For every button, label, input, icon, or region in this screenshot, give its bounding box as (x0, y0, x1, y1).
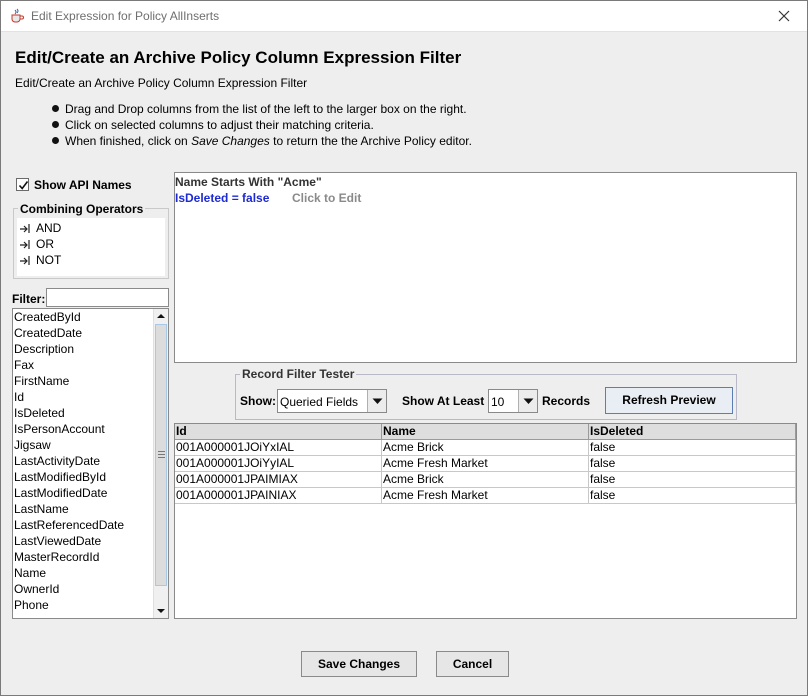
cell-name: Acme Fresh Market (382, 488, 589, 504)
operators-list: AND OR NOT (17, 218, 165, 276)
cell-id: 001A000001JOiYyIAL (175, 456, 382, 472)
operator-arrow-icon (20, 240, 30, 249)
list-item[interactable]: LastName (14, 502, 69, 518)
list-item[interactable]: Phone (14, 598, 49, 614)
bullet-icon (52, 137, 59, 144)
cell-isdeleted: false (589, 488, 796, 504)
cell-isdeleted: false (589, 472, 796, 488)
columns-list: CreatedById CreatedDate Description Fax … (12, 308, 169, 619)
instruction-item: When finished, click on Save Changes to … (52, 134, 472, 148)
list-item[interactable]: Id (14, 390, 24, 406)
scrollbar-thumb[interactable] (155, 324, 167, 586)
column-header-id[interactable]: Id (175, 424, 382, 440)
operator-not[interactable]: NOT (20, 253, 61, 268)
list-item[interactable]: LastViewedDate (14, 534, 101, 550)
expression-condition-selected[interactable]: IsDeleted = false (175, 191, 269, 205)
page-subtitle: Edit/Create an Archive Policy Column Exp… (15, 76, 308, 90)
arrow-up-icon (157, 314, 165, 318)
instruction-item: Drag and Drop columns from the list of t… (52, 102, 467, 116)
columns-scrollbar[interactable] (153, 309, 168, 618)
close-button[interactable] (761, 1, 807, 32)
cell-isdeleted: false (589, 440, 796, 456)
java-cup-icon (9, 8, 25, 24)
record-filter-tester: Record Filter Tester Show: Queried Field… (235, 367, 737, 420)
bullet-icon (52, 121, 59, 128)
refresh-preview-button[interactable]: Refresh Preview (605, 387, 733, 414)
list-item[interactable]: Fax (14, 358, 34, 374)
list-item[interactable]: CreatedById (14, 310, 81, 326)
cell-name: Acme Fresh Market (382, 456, 589, 472)
combo-arrow[interactable] (518, 390, 537, 412)
table-row[interactable]: 001A000001JOiYyIAL Acme Fresh Market fal… (175, 456, 796, 472)
list-item[interactable]: Jigsaw (14, 438, 51, 454)
grip-icon (158, 451, 165, 458)
close-icon (778, 10, 790, 22)
list-item[interactable]: OwnerId (14, 582, 59, 598)
checkmark-icon (18, 181, 29, 190)
show-api-names-checkbox[interactable]: Show API Names (16, 178, 132, 192)
checkbox-box[interactable] (16, 178, 29, 191)
records-label: Records (542, 394, 591, 408)
page-title: Edit/Create an Archive Policy Column Exp… (15, 48, 462, 67)
list-item[interactable]: IsPersonAccount (14, 422, 105, 438)
expression-condition[interactable]: Name Starts With "Acme" (175, 175, 322, 189)
click-to-edit-hint[interactable]: Click to Edit (292, 191, 361, 205)
dialog-window: Edit Expression for Policy AllInserts Ed… (0, 0, 808, 696)
list-item[interactable]: IsDeleted (14, 406, 65, 422)
cell-id: 001A000001JPAINIAX (175, 488, 382, 504)
title-bar: Edit Expression for Policy AllInserts (1, 1, 807, 32)
list-item[interactable]: LastModifiedDate (14, 486, 107, 502)
list-item[interactable]: MasterRecordId (14, 550, 99, 566)
show-fields-select[interactable]: Queried Fields (277, 389, 387, 413)
operator-arrow-icon (20, 256, 30, 265)
operator-and[interactable]: AND (20, 221, 61, 236)
table-header: Id Name IsDeleted (175, 424, 796, 440)
chevron-down-icon (523, 398, 534, 404)
column-header-isdeleted[interactable]: IsDeleted (589, 424, 796, 440)
list-item[interactable]: Name (14, 566, 46, 582)
cell-id: 001A000001JOiYxIAL (175, 440, 382, 456)
scroll-down-button[interactable] (154, 603, 168, 618)
record-count-select[interactable]: 10 (488, 389, 538, 413)
list-item[interactable]: FirstName (14, 374, 69, 390)
record-count-value: 10 (491, 395, 505, 409)
filter-input[interactable] (46, 288, 169, 307)
combo-arrow[interactable] (367, 390, 386, 412)
window-title: Edit Expression for Policy AllInserts (31, 9, 220, 23)
bullet-icon (52, 105, 59, 112)
cell-isdeleted: false (589, 456, 796, 472)
table-row[interactable]: 001A000001JOiYxIAL Acme Brick false (175, 440, 796, 456)
chevron-down-icon (372, 398, 383, 404)
combining-operators-group: Combining Operators AND OR NOT (13, 202, 169, 279)
list-item[interactable]: LastReferencedDate (14, 518, 124, 534)
results-table: Id Name IsDeleted 001A000001JOiYxIAL Acm… (174, 423, 797, 619)
combining-operators-title: Combining Operators (18, 202, 146, 216)
scroll-up-button[interactable] (154, 309, 168, 324)
table-row[interactable]: 001A000001JPAIMIAX Acme Brick false (175, 472, 796, 488)
show-label: Show: (240, 394, 276, 408)
operator-arrow-icon (20, 224, 30, 233)
show-at-least-label: Show At Least (402, 394, 485, 408)
save-changes-button[interactable]: Save Changes (301, 651, 417, 677)
list-item[interactable]: Description (14, 342, 74, 358)
table-row[interactable]: 001A000001JPAINIAX Acme Fresh Market fal… (175, 488, 796, 504)
cell-id: 001A000001JPAIMIAX (175, 472, 382, 488)
arrow-down-icon (157, 609, 165, 613)
list-item[interactable]: LastModifiedById (14, 470, 106, 486)
show-fields-value: Queried Fields (280, 395, 359, 409)
column-header-name[interactable]: Name (382, 424, 589, 440)
record-filter-tester-title: Record Filter Tester (240, 367, 357, 381)
cell-name: Acme Brick (382, 440, 589, 456)
show-api-names-label: Show API Names (34, 178, 132, 192)
instruction-item: Click on selected columns to adjust thei… (52, 118, 374, 132)
filter-label: Filter: (12, 292, 46, 306)
instruction-emphasis: Save Changes (191, 134, 270, 148)
expression-drop-area[interactable]: Name Starts With "Acme" IsDeleted = fals… (174, 172, 797, 363)
list-item[interactable]: CreatedDate (14, 326, 82, 342)
operator-or[interactable]: OR (20, 237, 54, 252)
list-item[interactable]: LastActivityDate (14, 454, 100, 470)
cancel-button[interactable]: Cancel (436, 651, 509, 677)
cell-name: Acme Brick (382, 472, 589, 488)
